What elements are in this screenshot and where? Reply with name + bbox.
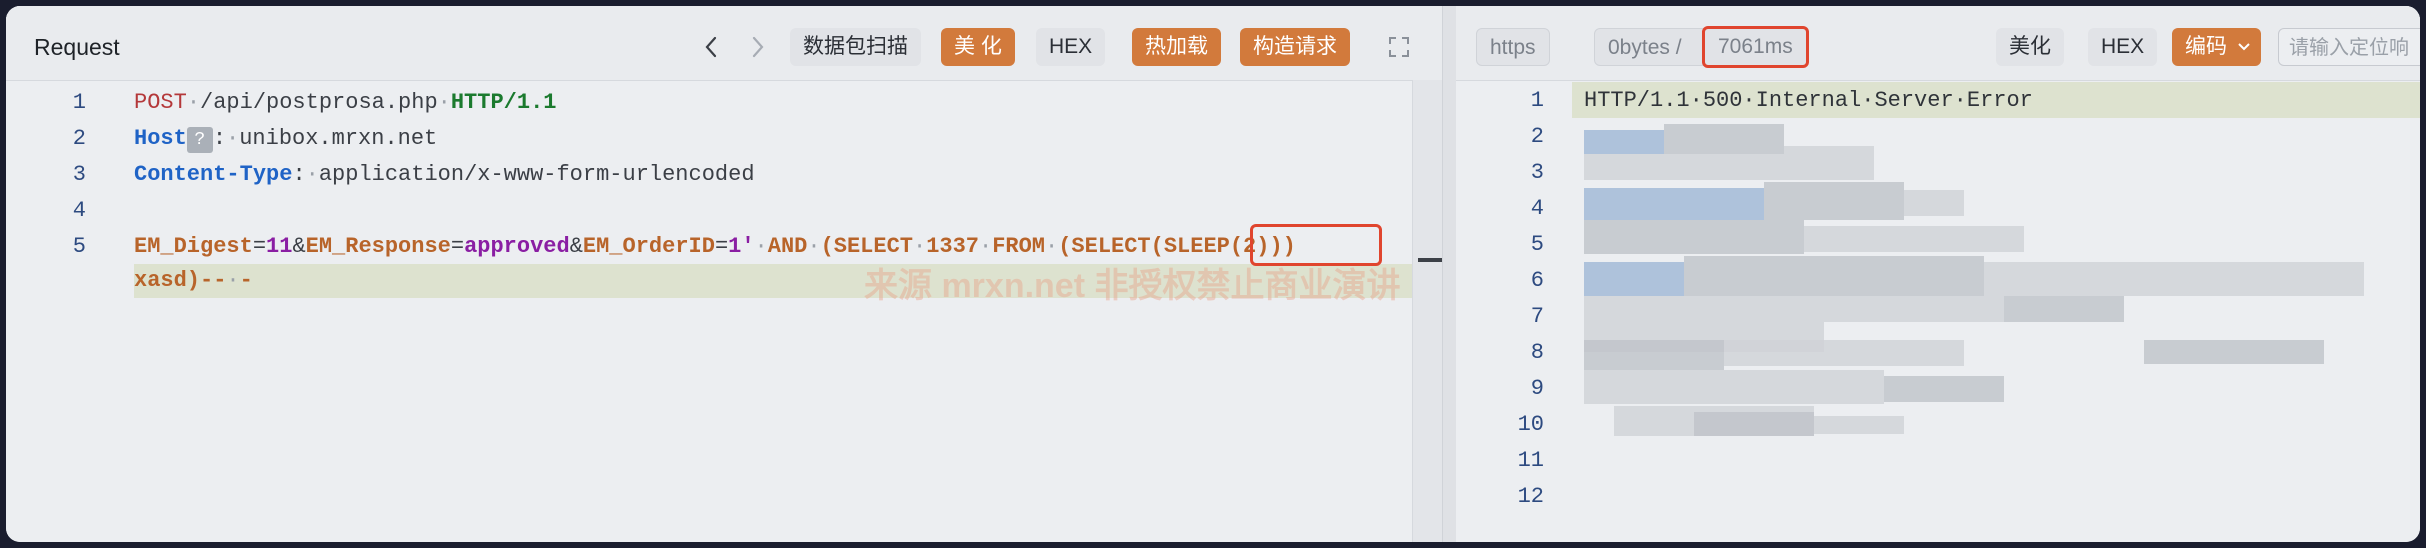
expand-icon[interactable] bbox=[1384, 31, 1414, 63]
injection-token: FROM bbox=[992, 234, 1046, 259]
chevron-down-icon bbox=[2238, 43, 2250, 51]
packet-scan-button[interactable]: 数据包扫描 bbox=[790, 28, 921, 66]
injection-token: AND bbox=[767, 234, 808, 259]
request-body-wrap-line[interactable]: xasd)--·- bbox=[134, 268, 253, 293]
back-arrow-icon[interactable] bbox=[696, 31, 726, 63]
protocol-badge: https bbox=[1476, 28, 1550, 66]
content-type-header-line[interactable]: Content-Type:·application/x-www-form-url… bbox=[134, 162, 755, 187]
line-number: 9 bbox=[1530, 376, 1544, 401]
param-name: EM_OrderID bbox=[582, 234, 715, 259]
param-separator: & bbox=[569, 234, 583, 259]
hex-button[interactable]: HEX bbox=[1036, 28, 1106, 66]
line-number: 11 bbox=[1517, 448, 1544, 473]
request-path: /api/postprosa.php bbox=[200, 90, 438, 115]
line-number: 8 bbox=[1530, 340, 1544, 365]
line-number: 5 bbox=[72, 234, 86, 259]
response-toolbar: https 0bytes / 7061ms 美化 HEX 编码 请输入定位响 bbox=[1456, 6, 2420, 81]
line-number: 5 bbox=[1530, 232, 1544, 257]
line-number: 6 bbox=[1530, 268, 1544, 293]
request-scrollbar[interactable] bbox=[1412, 80, 1442, 542]
construct-request-button[interactable]: 构造请求 bbox=[1240, 28, 1350, 66]
hot-load-button[interactable]: 热加载 bbox=[1132, 28, 1221, 66]
watermark-text: 来源 mrxn.net 非授权禁止商业演讲 bbox=[864, 267, 1401, 305]
param-value: approved bbox=[464, 234, 570, 259]
scrollbar-marker bbox=[1418, 258, 1442, 262]
line-number: 2 bbox=[72, 126, 86, 151]
response-status-line[interactable]: HTTP/1.1·500·Internal·Server·Error bbox=[1584, 88, 2033, 113]
line-number: 3 bbox=[1530, 160, 1544, 185]
param-value: 1' bbox=[728, 234, 755, 259]
response-hex-button[interactable]: HEX bbox=[2088, 28, 2158, 66]
host-header-line[interactable]: Host?:·unibox.mrxn.net bbox=[134, 126, 437, 153]
request-title: Request bbox=[34, 34, 120, 60]
header-value-content-type: application/x-www-form-urlencoded bbox=[318, 162, 755, 187]
param-value: 11 bbox=[266, 234, 293, 259]
forward-arrow-icon[interactable] bbox=[743, 31, 773, 63]
line-number: 2 bbox=[1530, 124, 1544, 149]
param-name: EM_Response bbox=[305, 234, 451, 259]
locate-input[interactable]: 请输入定位响 bbox=[2278, 28, 2420, 66]
injection-token: (SELECT bbox=[820, 234, 913, 259]
param-separator: & bbox=[292, 234, 306, 259]
help-badge-icon[interactable]: ? bbox=[186, 127, 213, 153]
response-pane: https 0bytes / 7061ms 美化 HEX 编码 请输入定位响 1… bbox=[1456, 6, 2420, 542]
header-value-host: unibox.mrxn.net bbox=[239, 126, 438, 151]
response-beautify-button[interactable]: 美化 bbox=[1996, 28, 2064, 66]
injection-token: - bbox=[239, 268, 253, 293]
http-method: POST bbox=[134, 90, 187, 115]
line-number: 1 bbox=[72, 90, 86, 115]
injection-token: (SELECT bbox=[1058, 234, 1151, 259]
header-key-content-type: Content-Type bbox=[134, 162, 293, 187]
line-number: 4 bbox=[1530, 196, 1544, 221]
request-body-line[interactable]: EM_Digest=11&EM_Response=approved&EM_Ord… bbox=[134, 234, 1296, 259]
encoding-label: 编码 bbox=[2185, 35, 2227, 58]
request-toolbar: Request 数据包扫描 美 化 HEX 热加载 构造请求 bbox=[6, 6, 1442, 81]
line-number: 12 bbox=[1517, 484, 1544, 509]
line-number: 3 bbox=[72, 162, 86, 187]
beautify-button[interactable]: 美 化 bbox=[941, 28, 1015, 66]
injection-token: xasd)-- bbox=[134, 268, 227, 293]
param-name: EM_Digest bbox=[134, 234, 253, 259]
line-number: 7 bbox=[1530, 304, 1544, 329]
line-number: 4 bbox=[72, 198, 86, 223]
app-frame: Request 数据包扫描 美 化 HEX 热加载 构造请求 1 2 3 4 5… bbox=[6, 6, 2420, 542]
header-key-host: Host bbox=[134, 126, 187, 151]
request-line[interactable]: POST·/api/postprosa.php·HTTP/1.1 bbox=[134, 90, 556, 115]
line-number: 1 bbox=[1530, 88, 1544, 113]
injection-token: 1337 bbox=[926, 234, 979, 259]
response-time: 7061ms bbox=[1702, 26, 1809, 68]
line-number: 10 bbox=[1517, 412, 1544, 437]
encoding-dropdown[interactable]: 编码 bbox=[2172, 28, 2261, 66]
http-protocol: HTTP/1.1 bbox=[450, 90, 557, 115]
